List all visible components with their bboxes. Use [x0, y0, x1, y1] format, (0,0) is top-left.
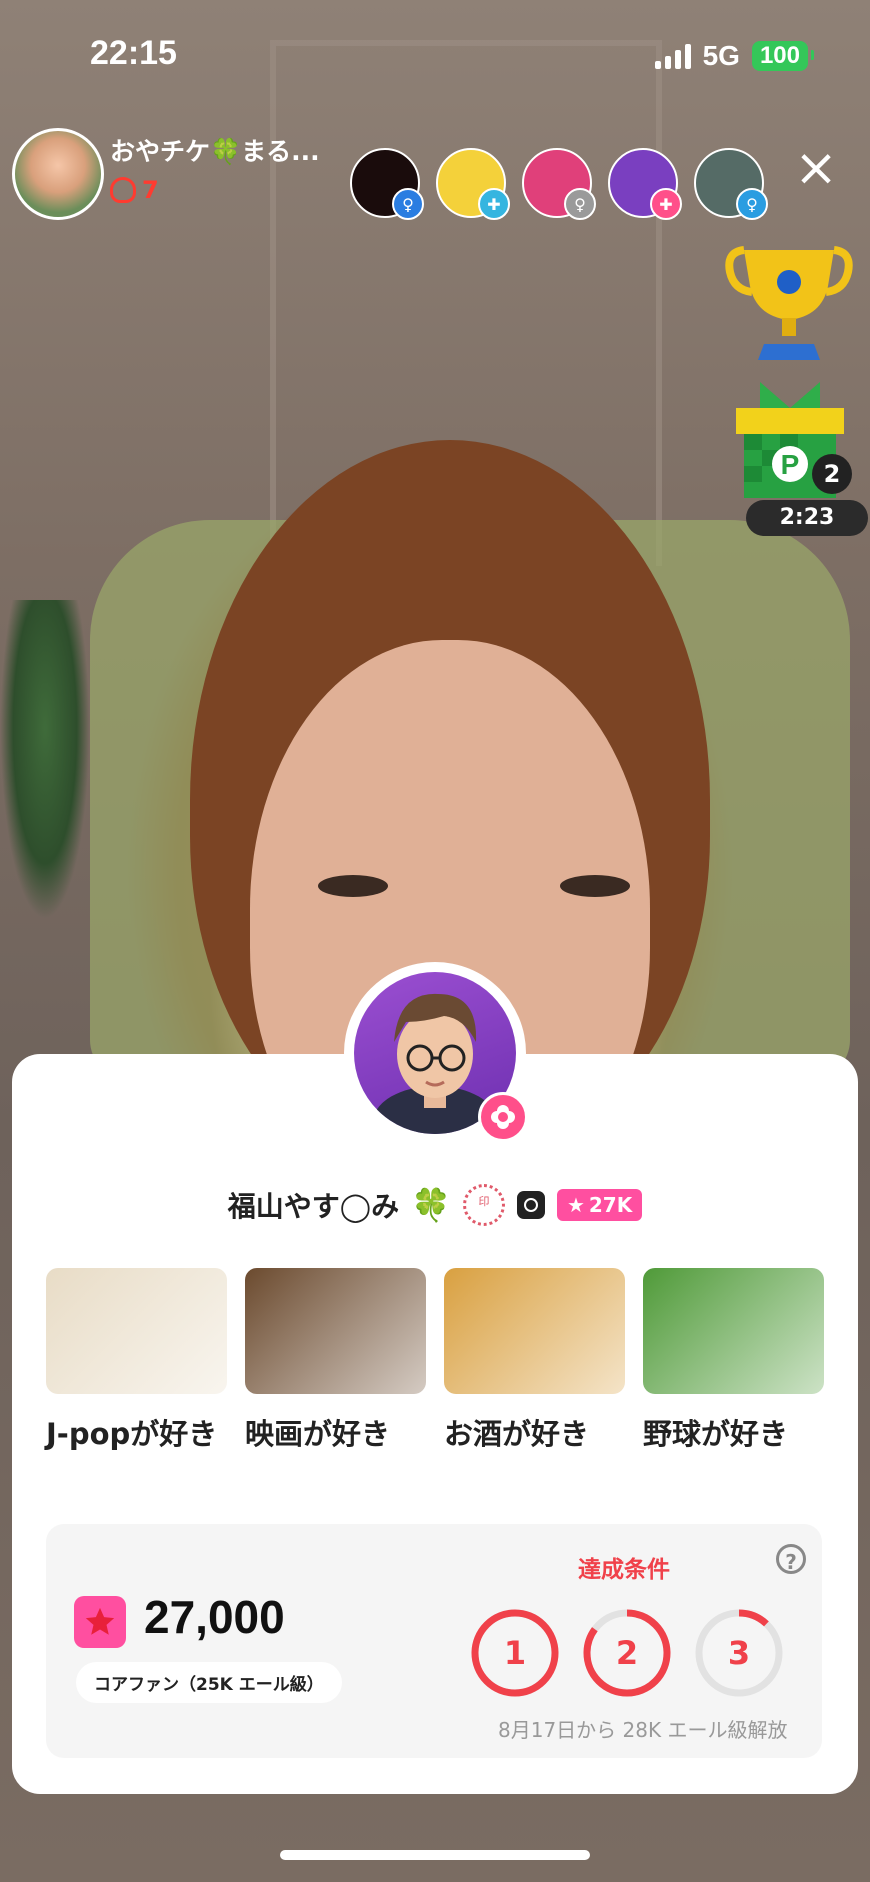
interest-thumbnail	[444, 1268, 625, 1394]
viewer-avatar[interactable]: ♀	[522, 148, 596, 220]
interest-label: 野球が好き	[643, 1417, 789, 1451]
home-indicator	[280, 1850, 590, 1860]
profile-name-row: 福山やす◯み 🍀 印 ★ 27K	[0, 1184, 870, 1226]
interest-thumbnail	[245, 1268, 426, 1394]
streamer-eye-right	[560, 875, 630, 897]
interest-label: J-popが好き	[46, 1417, 218, 1451]
viewer-avatar[interactable]: ♀	[350, 148, 424, 220]
gift-count-badge: 2	[812, 454, 852, 494]
network-type: 5G	[702, 40, 740, 71]
interest-item[interactable]: 映画が好き	[245, 1268, 426, 1454]
flame-icon	[110, 177, 136, 203]
fan-points-value: 27,000	[144, 1591, 285, 1643]
host-fire-stat: 7	[110, 176, 159, 204]
battery-icon: 100	[751, 41, 815, 71]
viewer-avatar[interactable]: ✚	[608, 148, 682, 220]
achievement-ring: 2	[580, 1606, 674, 1700]
interest-label: お酒が好き	[444, 1417, 590, 1451]
fan-level-text: 27K	[588, 1193, 633, 1217]
plus-clover-icon	[491, 1105, 515, 1129]
interest-thumbnail	[46, 1268, 227, 1394]
viewer-avatar[interactable]: ♀	[694, 148, 768, 220]
achievement-note: 8月17日から 28K エール級解放	[498, 1718, 788, 1742]
viewer-avatar[interactable]: ✚	[436, 148, 510, 220]
interest-list: J-popが好き 映画が好き お酒が好き 野球が好き	[46, 1268, 824, 1454]
fan-level-label: コアファン（25K エール級）	[76, 1662, 342, 1703]
star-icon: ★	[566, 1193, 585, 1217]
interest-item[interactable]: 野球が好き	[643, 1268, 824, 1454]
interest-item[interactable]: J-popが好き	[46, 1268, 227, 1454]
seal-icon: 印	[462, 1184, 505, 1226]
host-avatar[interactable]	[12, 128, 104, 220]
follow-plus-button[interactable]	[478, 1092, 528, 1142]
viewer-badge-icon: ♀	[736, 188, 768, 220]
achievement-ring: 1	[468, 1606, 562, 1700]
status-indicators: 5G 100	[654, 40, 815, 72]
help-icon[interactable]: ?	[776, 1544, 806, 1574]
viewer-badge-icon: ✚	[650, 188, 682, 220]
achievement-step-label: 2	[615, 1634, 639, 1672]
star-badge-icon	[74, 1596, 126, 1648]
achievement-rings: 1 2 3	[468, 1606, 786, 1700]
fan-level-badge: ★ 27K	[556, 1189, 643, 1221]
viewer-badge-icon: ♀	[564, 188, 596, 220]
status-time: 22:15	[90, 34, 177, 72]
viewer-avatar-list: ♀ ✚ ♀ ✚ ♀	[350, 148, 768, 220]
host-name[interactable]: おやチケ🍀まる...	[110, 132, 320, 168]
close-button[interactable]: ×	[792, 142, 840, 194]
interest-thumbnail	[643, 1268, 824, 1394]
fire-count: 7	[142, 176, 159, 204]
signal-icon	[654, 43, 691, 69]
background-plant	[0, 600, 90, 920]
achievement-step-label: 1	[503, 1634, 527, 1672]
interest-label: 映画が好き	[245, 1417, 391, 1451]
achievement-ring: 3	[692, 1606, 786, 1700]
svg-text:P: P	[781, 449, 800, 480]
fan-stats-panel: 27,000 コアファン（25K エール級） 達成条件 ? 1 2 3 8月17日か…	[46, 1524, 822, 1758]
interest-item[interactable]: お酒が好き	[444, 1268, 625, 1454]
clover-icon: 🍀	[411, 1186, 451, 1224]
trophy-icon[interactable]	[724, 246, 854, 362]
viewer-badge-icon: ✚	[478, 188, 510, 220]
achievement-step-label: 3	[727, 1634, 751, 1672]
instagram-icon[interactable]	[516, 1191, 545, 1219]
viewer-badge-icon: ♀	[392, 188, 424, 220]
profile-name: 福山やす◯み	[227, 1190, 400, 1223]
gift-timer: 2:23	[746, 500, 868, 536]
achievement-title: 達成条件	[578, 1557, 670, 1583]
streamer-eye-left	[318, 875, 388, 897]
